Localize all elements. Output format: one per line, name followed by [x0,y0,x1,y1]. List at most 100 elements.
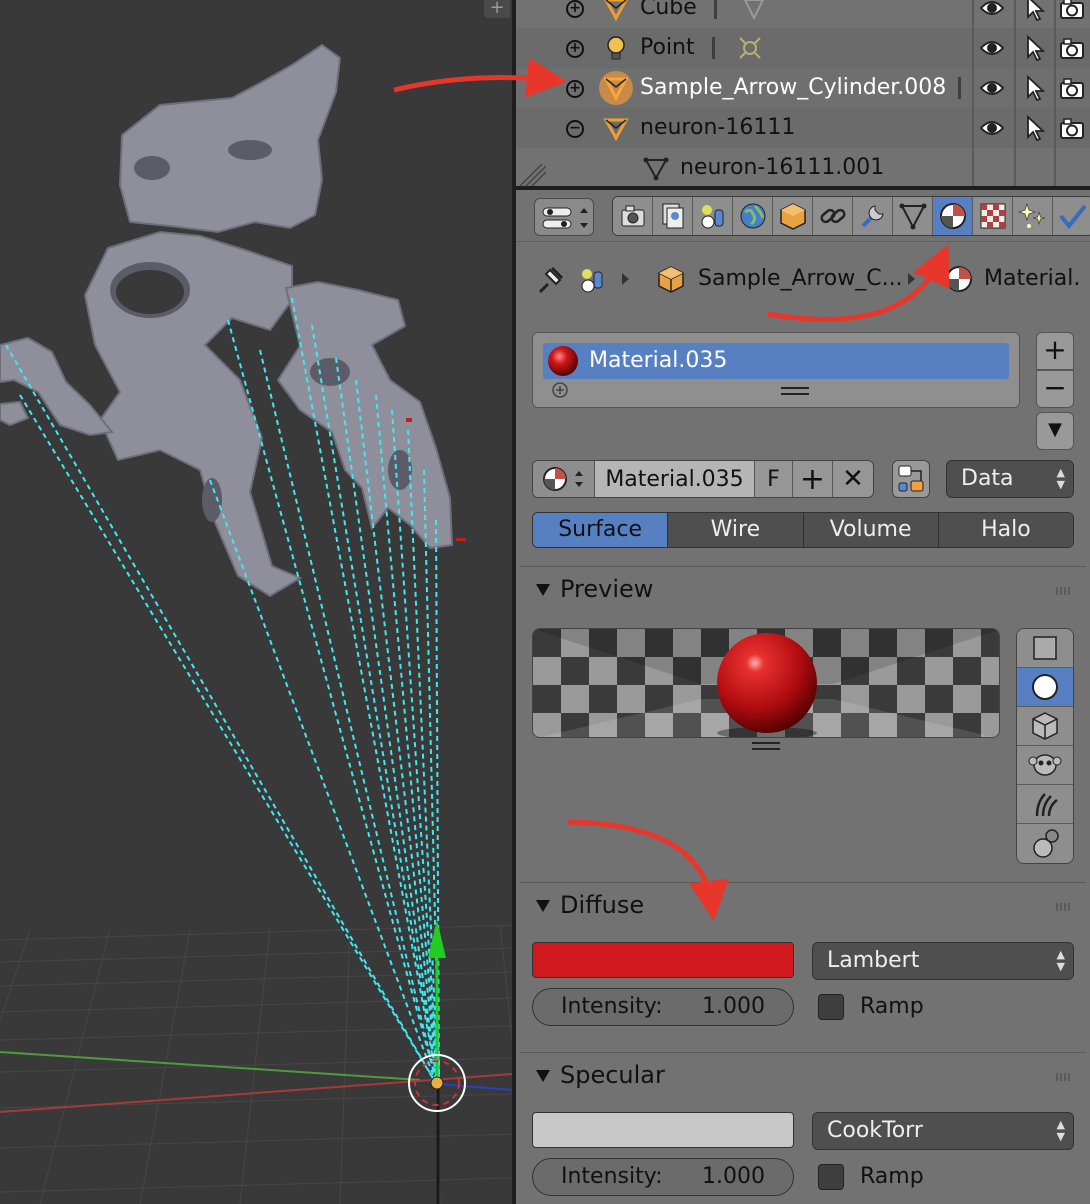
tab-object[interactable] [773,197,813,235]
editor-type-selector[interactable] [534,198,594,236]
tab-texture[interactable] [973,197,1013,235]
diffuse-ramp-checkbox[interactable] [818,994,844,1020]
eye-icon[interactable] [978,114,1006,146]
panel-drag-grip-icon[interactable] [1056,903,1072,911]
tab-render[interactable] [613,197,653,235]
eye-icon[interactable] [978,0,1006,26]
preview-panel-header[interactable]: Preview [520,566,1086,612]
collapse-toggle[interactable]: − [566,120,584,138]
new-material-button[interactable]: + [793,461,833,497]
diffuse-panel-header[interactable]: Diffuse [520,882,1086,928]
fake-user-button[interactable]: F [755,461,793,497]
browse-material-button[interactable] [533,461,595,497]
tab-material[interactable] [933,197,973,235]
outliner-item-name[interactable]: neuron-16111.001 [680,155,884,180]
outliner-item-name[interactable]: Cube [640,0,697,20]
cursor-icon[interactable] [1020,0,1048,26]
specular-ramp-checkbox[interactable] [818,1164,844,1190]
material-id-selector[interactable]: Material.035 F + ✕ [532,460,874,498]
diffuse-shader-dropdown[interactable]: Lambert ▲ ▼ [812,942,1074,980]
tab-render-layers[interactable] [653,197,693,235]
collapse-triangle-icon[interactable] [536,900,550,912]
pin-icon[interactable] [534,264,566,296]
3d-viewport[interactable]: + [0,0,512,1204]
tab-halo[interactable]: Halo [938,513,1073,547]
preview-shape-sphere[interactable] [1017,668,1073,707]
tab-physics[interactable] [1053,197,1090,235]
mesh-data-icon [743,0,765,21]
slot-specials-menu[interactable]: ▼ [1036,412,1074,450]
preview-resize-grip[interactable] [752,742,780,750]
collapse-triangle-icon[interactable] [536,584,550,596]
collapse-triangle-icon[interactable] [536,1070,550,1082]
material-slot-list[interactable]: Material.035 [532,332,1020,408]
tab-world[interactable] [733,197,773,235]
expand-toggle[interactable]: + [566,0,584,18]
preview-shape-flat[interactable] [1017,629,1073,668]
outliner-item-name[interactable]: Point [640,35,695,60]
material-slot[interactable]: Material.035 [543,343,1009,379]
preview-shape-hair[interactable] [1017,785,1073,824]
unlink-material-button[interactable]: ✕ [833,461,873,497]
tab-particles[interactable] [1013,197,1053,235]
specular-shader-dropdown[interactable]: CookTorr ▲ ▼ [812,1112,1074,1150]
tab-modifiers[interactable] [853,197,893,235]
tab-constraints[interactable] [813,197,853,235]
specular-shader-value: CookTorr [827,1118,923,1143]
tab-scene[interactable] [693,197,733,235]
expand-toggle[interactable]: + [566,40,584,58]
tab-wire[interactable]: Wire [668,513,804,547]
cursor-icon[interactable] [1020,34,1048,66]
specular-intensity-field[interactable]: Intensity: 1.000 [532,1158,794,1196]
panel-drag-grip-icon[interactable] [1056,1073,1072,1081]
modifiers-icon [861,205,884,228]
render-icon [621,205,644,227]
viewport-split-corner[interactable]: + [484,0,510,18]
preview-shape-cube[interactable] [1017,707,1073,746]
preview-shape-monkey[interactable] [1017,746,1073,785]
preview-shape-selector [1016,628,1074,864]
camera-icon[interactable] [1058,0,1086,26]
cursor-icon[interactable] [1020,114,1048,146]
data-icon [899,203,926,230]
specular-panel-header[interactable]: Specular [520,1052,1086,1098]
material-name-field[interactable]: Material.035 [595,461,755,497]
list-filter-icon[interactable] [551,381,569,399]
camera-icon[interactable] [1058,114,1086,146]
material-icon [946,266,972,292]
panel-drag-grip-icon[interactable] [1056,587,1072,595]
material-type-tabs: Surface Wire Volume Halo [532,512,1074,548]
material-icon [542,467,583,491]
render-layers-icon [662,203,683,229]
eye-icon[interactable] [978,74,1006,106]
camera-icon[interactable] [1058,74,1086,106]
outliner-item-name[interactable]: Sample_Arrow_Cylinder.008 [640,75,946,100]
tab-volume[interactable]: Volume [803,513,939,547]
eye-icon[interactable] [978,34,1006,66]
use-nodes-button[interactable] [892,460,930,498]
lamp-data-icon [739,37,761,59]
diffuse-intensity-field[interactable]: Intensity: 1.000 [532,988,794,1026]
list-resize-grip[interactable] [781,387,809,395]
outliner-item-name[interactable]: neuron-16111 [640,115,795,140]
add-slot-button[interactable]: + [1036,332,1074,370]
outliner-row-neuron-mesh[interactable]: neuron-16111.001 [516,148,1090,188]
tab-data[interactable] [893,197,933,235]
diffuse-color-swatch[interactable] [532,942,794,978]
camera-icon[interactable] [1058,34,1086,66]
cursor-icon[interactable] [1020,74,1048,106]
specular-color-swatch[interactable] [532,1112,794,1148]
link-dropdown[interactable]: Data ▲ ▼ [946,460,1074,498]
remove-slot-button[interactable]: − [1036,370,1074,408]
preview-shape-sphere-lamp[interactable] [1017,824,1073,863]
cube-icon [1032,712,1058,740]
material-slot-name: Material.035 [589,348,728,373]
resize-hatch-icon[interactable] [516,162,546,188]
outliner[interactable]: + Cube + Point + Sample_Arrow_Cylinder.0… [516,0,1090,188]
lamp-icon [607,36,625,60]
intensity-label: Intensity: [561,994,663,1019]
object-icon [658,266,684,293]
neuron-mesh[interactable] [0,43,454,598]
expand-toggle[interactable]: + [566,80,584,98]
tab-surface[interactable]: Surface [533,513,669,547]
